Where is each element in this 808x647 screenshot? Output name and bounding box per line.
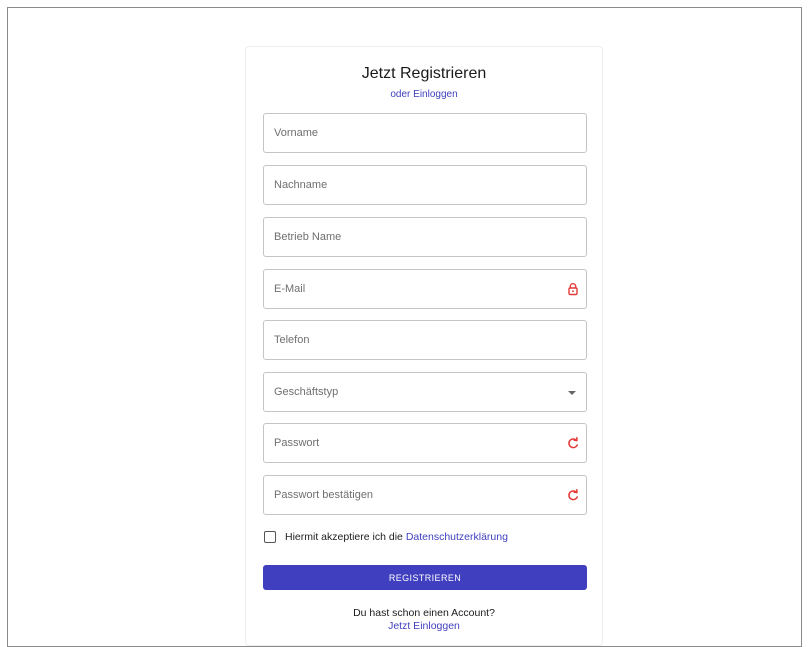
first-name-placeholder: Vorname [274, 127, 319, 139]
have-account-text: Du hast schon einen Account? [353, 607, 495, 619]
privacy-checkbox[interactable] [264, 531, 276, 543]
business-type-select[interactable]: Geschäftstyp [263, 372, 587, 412]
chevron-down-icon[interactable] [568, 391, 576, 395]
phone-placeholder: Telefon [274, 334, 310, 346]
login-link-top[interactable]: oder Einloggen [246, 89, 602, 100]
last-name-field[interactable]: Nachname [263, 165, 587, 205]
confirm-password-placeholder: Passwort bestätigen [274, 489, 374, 501]
business-type-placeholder: Geschäftstyp [274, 386, 339, 398]
privacy-consent-row: Hiermit akzeptiere ich die Datenschutzer… [264, 531, 508, 543]
password-field[interactable]: Passwort [263, 423, 587, 463]
lock-icon[interactable] [566, 282, 580, 296]
login-link-bottom[interactable]: Jetzt Einloggen [246, 620, 602, 632]
register-button[interactable]: REGISTRIEREN [263, 565, 587, 590]
phone-field[interactable]: Telefon [263, 320, 587, 360]
privacy-consent-text: Hiermit akzeptiere ich die [285, 531, 403, 543]
refresh-icon[interactable] [566, 436, 580, 450]
email-field[interactable]: E-Mail [263, 269, 587, 309]
business-name-field[interactable]: Betrieb Name [263, 217, 587, 257]
first-name-field[interactable]: Vorname [263, 113, 587, 153]
browser-frame: Jetzt Registrieren oder Einloggen Vornam… [7, 7, 802, 647]
privacy-policy-link[interactable]: Datenschutzerklärung [406, 531, 508, 543]
business-name-placeholder: Betrieb Name [274, 231, 342, 243]
last-name-placeholder: Nachname [274, 179, 328, 191]
registration-card: Jetzt Registrieren oder Einloggen Vornam… [245, 46, 603, 646]
password-placeholder: Passwort [274, 437, 320, 449]
refresh-icon[interactable] [566, 488, 580, 502]
email-placeholder: E-Mail [274, 283, 306, 295]
confirm-password-field[interactable]: Passwort bestätigen [263, 475, 587, 515]
page-title: Jetzt Registrieren [361, 65, 487, 82]
